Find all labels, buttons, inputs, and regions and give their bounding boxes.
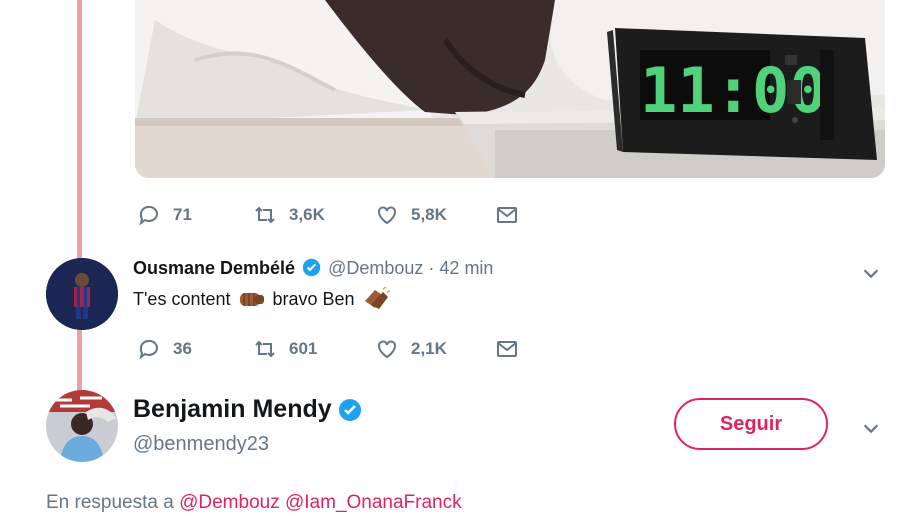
envelope-icon: [497, 341, 517, 357]
retweet-count: 3,6K: [289, 205, 325, 224]
direct-message-action[interactable]: [495, 200, 519, 230]
mention-link-1[interactable]: @Dembouz: [179, 492, 280, 513]
reply-header: Ousmane Dembélé @Dembouz · 42 min: [133, 258, 493, 280]
reply-text: T'es content bravo Ben: [133, 287, 391, 311]
reply-text-part2: bravo Ben: [272, 288, 355, 309]
reply-context-prefix: En respuesta a: [46, 492, 174, 513]
envelope-icon: [497, 207, 517, 223]
fist-bump-emoji-icon: [239, 293, 264, 306]
tweet-media-image[interactable]: 11:00: [135, 0, 885, 178]
reply-reply-count: 36: [173, 339, 192, 358]
retweet-icon: [255, 206, 275, 224]
like-count: 5,8K: [411, 205, 447, 224]
thread-line-bottom: [77, 330, 82, 390]
reply-retweet-count: 601: [289, 339, 318, 358]
profile-name[interactable]: Benjamin Mendy: [133, 395, 332, 424]
profile-name-line: Benjamin Mendy: [133, 395, 362, 424]
alarm-clock: 11:00: [607, 28, 877, 160]
reply-retweet-action[interactable]: 601: [253, 334, 317, 364]
reply-count: 71: [173, 205, 192, 224]
reply-text-part1: T'es content: [133, 288, 231, 309]
clapping-hands-emoji-icon: [364, 287, 390, 309]
reply-timestamp[interactable]: · 42 min: [428, 258, 493, 278]
reply-author-avatar[interactable]: [46, 258, 118, 330]
reply-icon: [139, 205, 158, 226]
profile-handle[interactable]: @benmendy23: [133, 433, 269, 456]
reply-action[interactable]: 71: [137, 200, 192, 230]
thread-line-top: [77, 0, 82, 258]
verified-badge-icon: [338, 398, 361, 421]
retweet-icon: [255, 340, 275, 358]
follow-button[interactable]: Seguir: [674, 398, 828, 450]
reply-reply-action[interactable]: 36: [137, 334, 192, 364]
profile-avatar[interactable]: [46, 390, 118, 462]
reply-more-chevron-icon[interactable]: [860, 262, 882, 284]
reply-author-handle[interactable]: @Dembouz: [328, 258, 423, 278]
heart-icon: [378, 340, 396, 359]
reply-author-name[interactable]: Ousmane Dembélé: [133, 258, 295, 278]
reply-like-count: 2,1K: [411, 339, 447, 358]
reply-like-action[interactable]: 2,1K: [375, 334, 447, 364]
retweet-action[interactable]: 3,6K: [253, 200, 325, 230]
reply-dm-action[interactable]: [495, 334, 519, 364]
mention-link-2[interactable]: @Iam_OnanaFranck: [285, 492, 462, 513]
reply-context: En respuesta a @Dembouz @Iam_OnanaFranck: [46, 492, 462, 514]
verified-badge-icon: [302, 259, 321, 277]
like-action[interactable]: 5,8K: [375, 200, 447, 230]
heart-icon: [378, 206, 396, 225]
reply-icon: [139, 339, 158, 360]
profile-more-chevron-icon[interactable]: [860, 417, 882, 439]
